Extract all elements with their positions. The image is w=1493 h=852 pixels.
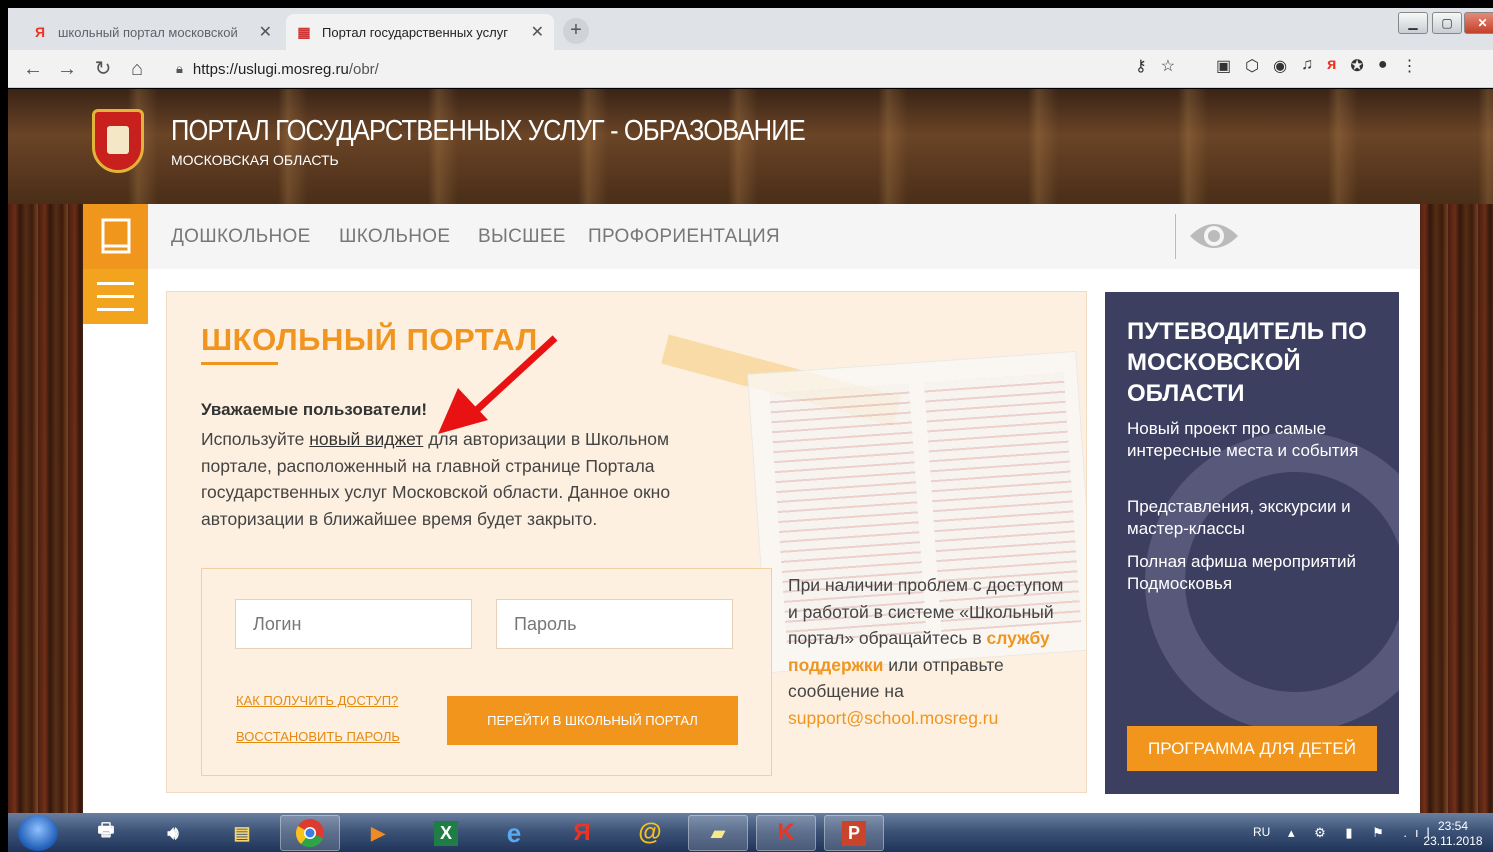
- screen: Я школьный портал московской ✕ ▦ Портал …: [0, 0, 1493, 852]
- school-portal-card: ШКОЛЬНЫЙ ПОРТАЛ Уважаемые пользователи! …: [166, 291, 1087, 793]
- close-tab-icon[interactable]: ✕: [531, 22, 544, 42]
- url-host: https://uslugi.mosreg.ru: [192, 60, 349, 78]
- title-underline: [201, 362, 278, 365]
- key-icon[interactable]: ⚷: [1135, 56, 1147, 82]
- vpn-icon[interactable]: ◉: [1273, 56, 1287, 82]
- kids-program-button[interactable]: ПРОГРАММА ДЛЯ ДЕТЕЙ: [1127, 726, 1377, 771]
- notice-message: Используйте новый виджет для авторизации…: [201, 429, 671, 529]
- extension-icon[interactable]: ▣: [1216, 56, 1231, 82]
- speaker-icon[interactable]: 🔊︎: [143, 815, 203, 851]
- access-link[interactable]: КАК ПОЛУЧИТЬ ДОСТУП?: [236, 693, 398, 708]
- folder-icon[interactable]: ▤: [212, 815, 272, 851]
- notes-icon[interactable]: ▰: [688, 815, 748, 851]
- nav-higher[interactable]: ВЫСШЕЕ: [478, 226, 566, 248]
- internet-explorer-icon[interactable]: e: [484, 815, 544, 851]
- guide-title: ПУТЕВОДИТЕЛЬ ПО МОСКОВСКОЙ ОБЛАСТИ: [1127, 318, 1367, 407]
- clock[interactable]: 23:54 23.11.2018: [1418, 819, 1488, 849]
- url-path: /obr/: [348, 60, 379, 78]
- windows-taskbar: 🖶︎ 🔊︎ ▤ ▶ X e Я @ ▰ K P RU ▴ ⚙ ▮ ⚑ .ıl 2…: [8, 813, 1493, 852]
- forward-icon[interactable]: →: [54, 56, 80, 82]
- clock-date: 23.11.2018: [1423, 834, 1483, 848]
- account-icon[interactable]: ●: [1378, 56, 1388, 82]
- reload-icon[interactable]: ↻: [90, 56, 116, 82]
- nav-career[interactable]: ПРОФОРИЕНТАЦИЯ: [588, 226, 780, 248]
- new-tab-button[interactable]: +: [563, 18, 589, 44]
- menu-icon[interactable]: ⋮: [1401, 56, 1417, 82]
- eye-icon[interactable]: [1188, 218, 1240, 254]
- login-input[interactable]: Логин: [235, 599, 472, 649]
- book-icon[interactable]: [83, 204, 148, 269]
- star-icon[interactable]: ☆: [1161, 56, 1175, 82]
- nav-divider: [1175, 214, 1176, 259]
- browser-tab-strip: Я школьный портал московской ✕ ▦ Портал …: [8, 8, 1493, 50]
- guide-text-2: Представления, экскурсии и мастер-классы: [1127, 497, 1351, 538]
- close-window-button[interactable]: ✕: [1464, 12, 1493, 34]
- guide-text-3: Полная афиша мероприятий Подмосковья: [1127, 552, 1356, 593]
- omnibox-actions: ⚷ ☆: [1135, 56, 1175, 82]
- red-arrow-annotation: [438, 335, 558, 434]
- site-subtitle: МОСКОВСКАЯ ОБЛАСТЬ: [171, 152, 339, 168]
- start-button-icon[interactable]: [18, 815, 58, 851]
- new-widget-link[interactable]: новый виджет: [309, 429, 423, 449]
- login-form: Логин Пароль КАК ПОЛУЧИТЬ ДОСТУП? ВОССТА…: [201, 568, 772, 776]
- media-player-icon[interactable]: ▶: [348, 815, 408, 851]
- lock-icon: 🔒︎: [176, 61, 183, 76]
- nav-school[interactable]: ШКОЛЬНОЕ: [339, 226, 450, 248]
- gov-favicon-icon: ▦: [297, 23, 311, 40]
- excel-icon[interactable]: X: [416, 815, 476, 851]
- close-tab-icon[interactable]: ✕: [259, 22, 272, 42]
- tab-gosuslugi[interactable]: ▦ Портал государственных услуг ✕: [286, 14, 554, 50]
- home-icon[interactable]: ⌂: [124, 56, 150, 82]
- chrome-icon[interactable]: [280, 815, 340, 851]
- tab-school-portal[interactable]: Я школьный портал московской ✕: [22, 14, 282, 50]
- go-to-portal-button[interactable]: ПЕРЕЙТИ В ШКОЛЬНЫЙ ПОРТАЛ: [447, 696, 738, 745]
- kaspersky-icon[interactable]: K: [756, 815, 816, 851]
- minimize-button[interactable]: ▁: [1398, 12, 1428, 34]
- clock-time: 23:54: [1437, 819, 1469, 833]
- yandex-icon[interactable]: я: [1327, 56, 1336, 82]
- restore-password-link[interactable]: ВОССТАНОВИТЬ ПАРОЛЬ: [236, 729, 400, 744]
- tab-title: Портал государственных услуг: [322, 24, 508, 40]
- system-tray-icons[interactable]: ▴ ⚙ ▮ ⚑ .ıl: [1288, 825, 1438, 841]
- extensions-bar: ▣ ⬡ ◉ ♫ я ✪ ● ⋮: [1216, 56, 1417, 82]
- help-text: При наличии проблем с доступом и работой…: [788, 575, 1064, 728]
- yandex-browser-icon[interactable]: Я: [552, 815, 612, 851]
- support-email-link[interactable]: support@school.mosreg.ru: [788, 708, 998, 728]
- site-title[interactable]: ПОРТАЛ ГОСУДАРСТВЕННЫХ УСЛУГ - ОБРАЗОВАН…: [171, 115, 806, 148]
- powerpoint-icon[interactable]: P: [824, 815, 884, 851]
- page: ПОРТАЛ ГОСУДАРСТВЕННЫХ УСЛУГ - ОБРАЗОВАН…: [8, 89, 1493, 813]
- cube-icon[interactable]: ⬡: [1245, 56, 1259, 82]
- language-indicator[interactable]: RU: [1253, 825, 1270, 839]
- moscow-oblast-crest-icon[interactable]: [92, 109, 144, 173]
- music-icon[interactable]: ♫: [1301, 56, 1313, 82]
- password-input[interactable]: Пароль: [496, 599, 733, 649]
- tab-title: школьный портал московской: [58, 24, 238, 40]
- browser-toolbar: ← → ↻ ⌂ 🔒︎ https://uslugi.mosreg.ru/obr/…: [8, 50, 1493, 88]
- settings-ext-icon[interactable]: ✪: [1350, 56, 1363, 82]
- guide-text-1: Новый проект про самые интересные места …: [1127, 419, 1359, 460]
- guide-card: ПУТЕВОДИТЕЛЬ ПО МОСКОВСКОЙ ОБЛАСТИ Новый…: [1105, 292, 1399, 794]
- main-nav: ДОШКОЛЬНОЕ ШКОЛЬНОЕ ВЫСШЕЕ ПРОФОРИЕНТАЦИ…: [148, 204, 1420, 269]
- greeting: Уважаемые пользователи!: [201, 400, 428, 419]
- hamburger-menu-icon[interactable]: [83, 269, 148, 324]
- mail-agent-icon[interactable]: @: [620, 815, 680, 851]
- nav-preschool[interactable]: ДОШКОЛЬНОЕ: [171, 226, 311, 248]
- back-icon[interactable]: ←: [20, 56, 46, 82]
- printer-icon[interactable]: 🖶︎: [76, 815, 136, 851]
- maximize-button[interactable]: ▢: [1432, 12, 1462, 34]
- yandex-favicon-icon: Я: [34, 24, 46, 40]
